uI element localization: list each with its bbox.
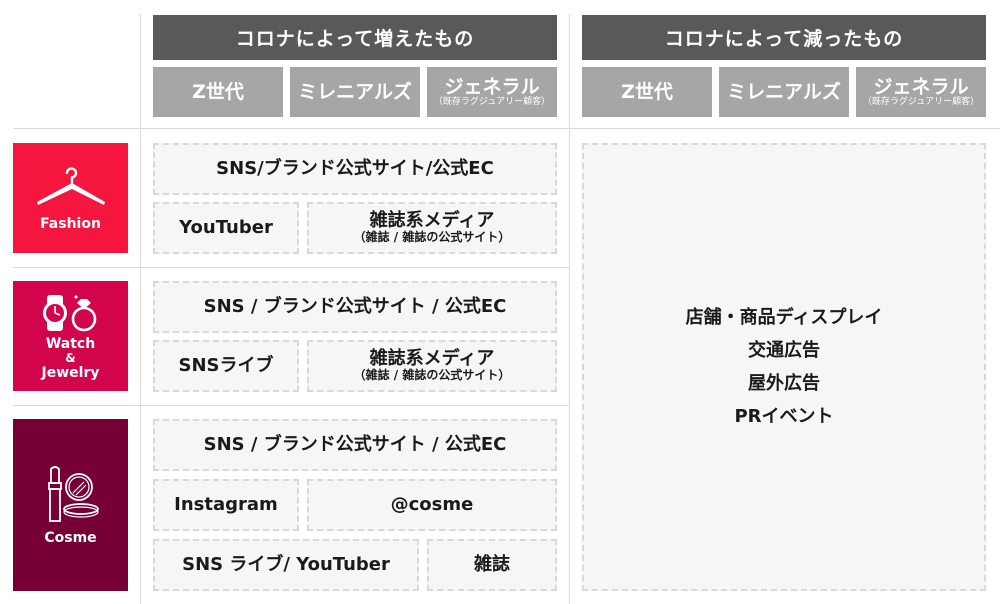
category-watch-jewelry: Watch & Jewelry bbox=[13, 281, 128, 391]
watch-channel-sns-ec: SNS / ブランド公式サイト / 公式EC bbox=[153, 281, 557, 333]
decreased-item: 交通広告 bbox=[748, 340, 820, 361]
category-label: & bbox=[65, 351, 76, 366]
increased-segment-millennials: ミレニアルズ bbox=[290, 67, 420, 117]
category-fashion: Fashion bbox=[13, 143, 128, 253]
increased-segment-general: ジェネラル （既存ラグジュアリー顧客） bbox=[427, 67, 557, 117]
watch-channel-sns-live: SNSライブ bbox=[153, 340, 299, 392]
cosme-channel-sns-live-youtuber: SNS ライブ/ YouTuber bbox=[153, 539, 419, 591]
channel-label: SNSライブ bbox=[178, 354, 274, 376]
fashion-channel-magazine-media: 雑誌系メディア （雑誌 / 雑誌の公式サイト） bbox=[307, 202, 557, 254]
fashion-channel-youtuber: YouTuber bbox=[153, 202, 299, 254]
increased-header-title: コロナによって増えたもの bbox=[235, 28, 475, 50]
cosme-channel-sns-ec: SNS / ブランド公式サイト / 公式EC bbox=[153, 419, 557, 471]
segment-label: ジェネラル bbox=[444, 75, 540, 98]
category-cosme: Cosme bbox=[13, 419, 128, 591]
channel-label: YouTuber bbox=[179, 216, 273, 238]
decreased-segment-millennials: ミレニアルズ bbox=[719, 67, 849, 117]
channel-label: 雑誌系メディア bbox=[369, 209, 495, 231]
category-label: Cosme bbox=[44, 530, 97, 547]
decreased-header-title: コロナによって減ったもの bbox=[664, 28, 904, 50]
cosme-channel-atcosme: @cosme bbox=[307, 479, 557, 531]
segment-sublabel: （既存ラグジュアリー顧客） bbox=[862, 96, 980, 107]
channel-label: SNS / ブランド公式サイト / 公式EC bbox=[203, 295, 507, 317]
segment-label: ミレニアルズ bbox=[727, 80, 841, 103]
cosme-channel-instagram: Instagram bbox=[153, 479, 299, 531]
category-label: Watch bbox=[45, 336, 96, 353]
fashion-channel-sns-ec: SNS/ブランド公式サイト/公式EC bbox=[153, 143, 557, 195]
watch-ring-icon bbox=[42, 295, 96, 332]
row-divider bbox=[13, 405, 570, 406]
row-divider bbox=[13, 128, 1000, 129]
channel-label: SNS / ブランド公式サイト / 公式EC bbox=[203, 433, 507, 455]
hanger-icon bbox=[36, 167, 105, 206]
decreased-item: 店舗・商品ディスプレイ bbox=[685, 307, 883, 328]
watch-channel-magazine-media: 雑誌系メディア （雑誌 / 雑誌の公式サイト） bbox=[307, 340, 557, 392]
segment-label: ミレニアルズ bbox=[298, 80, 412, 103]
segment-sublabel: （既存ラグジュアリー顧客） bbox=[433, 96, 551, 107]
segment-label: ジェネラル bbox=[873, 75, 969, 98]
decreased-segment-z: Z世代 bbox=[582, 67, 712, 117]
channel-label: 雑誌 bbox=[474, 553, 510, 575]
channel-label: SNS ライブ/ YouTuber bbox=[182, 553, 390, 575]
decreased-item: PRイベント bbox=[734, 406, 834, 427]
decreased-header: コロナによって減ったもの bbox=[582, 15, 986, 60]
category-label: Fashion bbox=[40, 216, 101, 233]
channel-sublabel: （雑誌 / 雑誌の公式サイト） bbox=[353, 230, 511, 245]
decreased-channels-box: 店舗・商品ディスプレイ 交通広告 屋外広告 PRイベント bbox=[582, 143, 986, 591]
channel-label: 雑誌系メディア bbox=[369, 347, 495, 369]
column-divider bbox=[569, 14, 570, 604]
increased-header: コロナによって増えたもの bbox=[153, 15, 557, 60]
row-divider bbox=[13, 267, 570, 268]
channel-label: SNS/ブランド公式サイト/公式EC bbox=[216, 157, 494, 179]
decreased-segment-general: ジェネラル （既存ラグジュアリー顧客） bbox=[856, 67, 986, 117]
channel-sublabel: （雑誌 / 雑誌の公式サイト） bbox=[353, 368, 511, 383]
channel-label: Instagram bbox=[174, 493, 278, 515]
lipstick-compact-icon bbox=[47, 466, 99, 523]
increased-segment-z: Z世代 bbox=[153, 67, 283, 117]
category-label: Jewelry bbox=[41, 364, 100, 381]
cosme-channel-magazine: 雑誌 bbox=[427, 539, 557, 591]
column-divider bbox=[140, 14, 141, 604]
decreased-item: 屋外広告 bbox=[748, 373, 820, 394]
channel-label: @cosme bbox=[390, 493, 474, 515]
segment-label: Z世代 bbox=[621, 80, 673, 103]
segment-label: Z世代 bbox=[192, 80, 244, 103]
